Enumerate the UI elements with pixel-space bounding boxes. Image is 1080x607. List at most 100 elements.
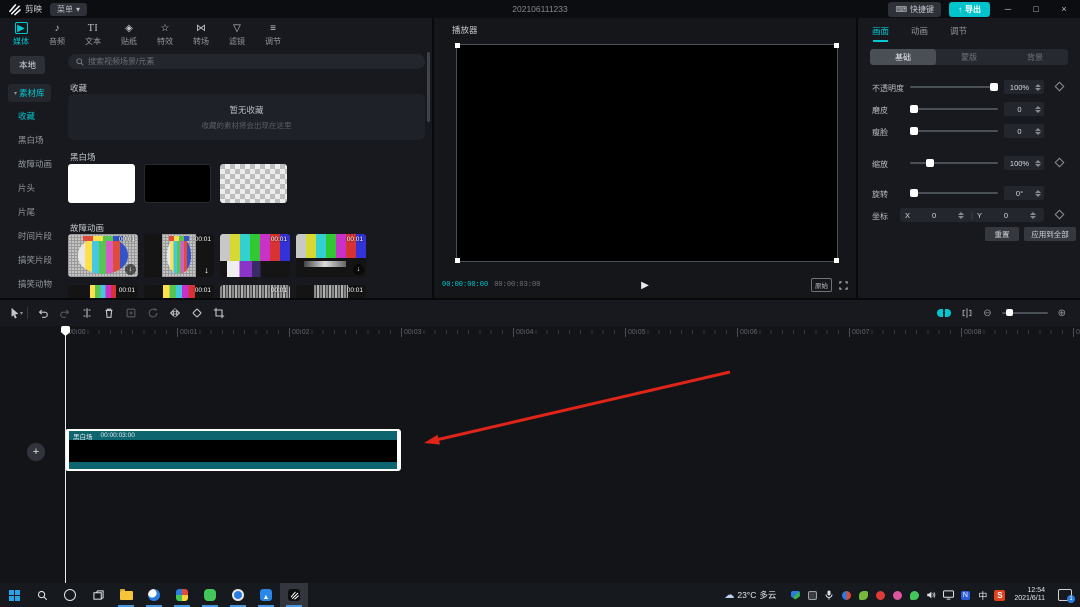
- search-bar[interactable]: [68, 54, 425, 69]
- select-tool-caret-icon[interactable]: ▾: [20, 310, 23, 317]
- aspect-ratio-button[interactable]: 原始: [811, 278, 832, 292]
- display-icon[interactable]: [942, 589, 954, 601]
- glitch-thumb-noise-small[interactable]: 00:01: [296, 285, 366, 298]
- close-button[interactable]: ×: [1054, 4, 1074, 14]
- timeline[interactable]: 00:00 00:01 00:02 00:03 00:04 00:05 00:0…: [0, 326, 1080, 583]
- file-explorer-button[interactable]: [112, 583, 140, 607]
- qq-browser-button[interactable]: [140, 583, 168, 607]
- crop-button[interactable]: [208, 307, 230, 319]
- rotate-value-box[interactable]: 0°: [1004, 186, 1044, 200]
- minimize-button[interactable]: ─: [998, 4, 1018, 14]
- download-icon[interactable]: ↓: [125, 264, 136, 275]
- tab-animation[interactable]: 动画: [911, 25, 928, 37]
- content-scrollbar[interactable]: [427, 52, 430, 122]
- stepper-icon[interactable]: [1035, 106, 1044, 113]
- position-x-value[interactable]: 0: [914, 211, 954, 220]
- tray-gpu-icon[interactable]: [857, 589, 869, 601]
- maximize-button[interactable]: □: [1026, 4, 1046, 14]
- tab-effects[interactable]: ☆ 特效: [150, 21, 180, 48]
- redo-button[interactable]: [54, 307, 76, 319]
- weather-widget[interactable]: ☁ 23°C 多云: [724, 589, 776, 601]
- tray-app-icon[interactable]: [806, 589, 818, 601]
- notification-center-button[interactable]: 1: [1058, 589, 1072, 601]
- playhead-line[interactable]: [65, 326, 66, 583]
- keyframe-icon[interactable]: [1055, 210, 1065, 220]
- stepper-icon[interactable]: [958, 212, 967, 219]
- nav-item-favorites[interactable]: 收藏: [18, 110, 35, 122]
- stepper-icon[interactable]: [1035, 190, 1044, 197]
- download-icon[interactable]: ↓: [201, 264, 212, 275]
- nav-item-intro[interactable]: 片头: [18, 182, 35, 194]
- tray-security-icon[interactable]: [840, 589, 852, 601]
- smooth-skin-value-box[interactable]: 0: [1004, 102, 1044, 116]
- tab-text[interactable]: TI 文本: [78, 21, 108, 48]
- tab-filter[interactable]: ▽ 滤镜: [222, 21, 252, 48]
- glitch-thumb-minibars[interactable]: 00:01: [68, 285, 138, 298]
- start-button[interactable]: [0, 583, 28, 607]
- delete-button[interactable]: [98, 307, 120, 319]
- smooth-skin-slider[interactable]: [910, 108, 998, 110]
- freeze-frame-button[interactable]: [120, 307, 142, 319]
- tray-red-dot-icon[interactable]: [874, 589, 886, 601]
- reverse-button[interactable]: [142, 307, 164, 319]
- sogou-input-icon[interactable]: S: [994, 590, 1005, 601]
- undo-button[interactable]: [32, 307, 54, 319]
- glitch-thumb-minibars-2[interactable]: 00:01: [144, 285, 214, 298]
- timeline-zoom-slider[interactable]: [1002, 312, 1048, 314]
- zoom-in-icon[interactable]: ⊕: [1058, 308, 1066, 319]
- shortcut-keys-button[interactable]: ⌨ 快捷键: [888, 2, 941, 17]
- tab-adjustment[interactable]: 调节: [950, 25, 967, 37]
- taskbar-clock[interactable]: 12:54 2021/6/11: [1010, 587, 1049, 603]
- white-field-thumb[interactable]: [68, 164, 135, 203]
- nav-item-glitch[interactable]: 故障动画: [18, 158, 52, 170]
- export-button[interactable]: ↑ 导出: [949, 2, 990, 17]
- subtab-mask[interactable]: 蒙版: [936, 49, 1002, 65]
- wechat-button[interactable]: [196, 583, 224, 607]
- preview-axis-icon[interactable]: [961, 307, 973, 319]
- resize-handle-tr[interactable]: [834, 43, 839, 48]
- tray-pink-icon[interactable]: [891, 589, 903, 601]
- subtab-background[interactable]: 背景: [1002, 49, 1068, 65]
- play-button[interactable]: ▶: [641, 280, 649, 291]
- tab-sticker[interactable]: ◈ 贴纸: [114, 21, 144, 48]
- tray-netdisk-icon[interactable]: N: [959, 589, 971, 601]
- stepper-icon[interactable]: [1030, 212, 1039, 219]
- download-icon[interactable]: ↓: [353, 264, 364, 275]
- add-media-button[interactable]: +: [27, 443, 45, 461]
- ime-indicator[interactable]: 中: [976, 589, 989, 602]
- nav-item-outro[interactable]: 片尾: [18, 206, 35, 218]
- scale-value-box[interactable]: 100%: [1004, 156, 1044, 170]
- tray-mic-icon[interactable]: [823, 589, 835, 601]
- fullscreen-icon[interactable]: [839, 281, 848, 290]
- task-view-button[interactable]: [84, 583, 112, 607]
- taskbar-search-button[interactable]: [28, 583, 56, 607]
- mirror-button[interactable]: [164, 307, 186, 319]
- subtab-basic[interactable]: 基础: [870, 49, 936, 65]
- stepper-icon[interactable]: [1035, 84, 1044, 91]
- glitch-thumb-testcard-portrait[interactable]: 00:01 ↓: [144, 234, 214, 277]
- tab-picture[interactable]: 画面: [872, 25, 889, 37]
- nav-item-funny-animals[interactable]: 搞笑动物: [18, 278, 52, 290]
- zoom-out-icon[interactable]: ⊖: [983, 308, 991, 319]
- resize-handle-tl[interactable]: [455, 43, 460, 48]
- snap-toggle-icon[interactable]: [937, 309, 951, 317]
- photos-app-button[interactable]: ▲: [252, 583, 280, 607]
- browser-app-button[interactable]: [224, 583, 252, 607]
- video-preview[interactable]: [456, 44, 838, 262]
- opacity-value-box[interactable]: 100%: [1004, 80, 1044, 94]
- tab-audio[interactable]: ♪ 音频: [42, 21, 72, 48]
- scale-slider[interactable]: [910, 162, 998, 164]
- tab-adjust[interactable]: ≡ 调节: [258, 21, 288, 48]
- capcut-taskbar-button[interactable]: [280, 583, 308, 607]
- opacity-slider[interactable]: [910, 86, 998, 88]
- glitch-thumb-noise[interactable]: 00:01: [220, 285, 290, 298]
- glitch-thumb-smpte[interactable]: 00:01: [220, 234, 290, 277]
- split-button[interactable]: [76, 307, 98, 319]
- rotate-slider[interactable]: [910, 192, 998, 194]
- transparent-field-thumb[interactable]: [220, 164, 287, 203]
- nav-item-time-clips[interactable]: 时间片段: [18, 230, 52, 242]
- apply-to-all-button[interactable]: 应用到全部: [1024, 227, 1076, 241]
- nav-item-funny-clips[interactable]: 搞笑片段: [18, 254, 52, 266]
- tab-transition[interactable]: ⋈ 转场: [186, 21, 216, 48]
- tab-media[interactable]: ▶ 媒体: [6, 21, 36, 48]
